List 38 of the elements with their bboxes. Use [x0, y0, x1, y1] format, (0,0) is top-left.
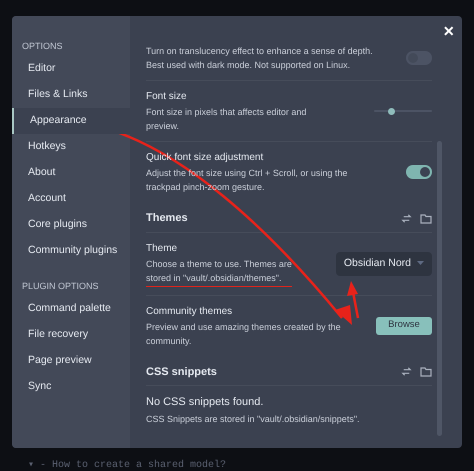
sidebar-item[interactable]: Appearance [12, 108, 130, 134]
sidebar-heading: OPTIONS [21, 40, 64, 54]
setting-description: Font size in pixels that affects editor and preview. [146, 106, 306, 133]
setting-description: Choose a theme to use. Themes are stored in "vault/.obsidian/themes". [146, 256, 292, 286]
sidebar-item[interactable]: Hotkeys [12, 134, 130, 160]
reload-icon[interactable] [401, 366, 412, 378]
section-heading: CSS snippets [146, 364, 217, 380]
folder-icon[interactable] [420, 212, 432, 224]
sidebar-item[interactable]: Editor [12, 56, 130, 82]
sidebar-item[interactable]: Sync [12, 374, 130, 400]
close-button[interactable]: × [443, 22, 454, 40]
sidebar-item[interactable]: Command palette [12, 296, 130, 322]
caret-icon [417, 261, 424, 266]
setting-title: Theme [146, 242, 178, 256]
sidebar-item[interactable]: Community plugins [12, 238, 130, 264]
sidebar-item[interactable]: Core plugins [12, 212, 130, 238]
setting-title: No CSS snippets found. [146, 395, 264, 410]
sidebar-item[interactable]: Page preview [12, 348, 130, 374]
section-heading: Themes [146, 211, 188, 226]
theme-dropdown[interactable]: Obsidian Nord [336, 252, 432, 276]
slider-thumb[interactable] [388, 108, 396, 114]
font-size-slider[interactable] [374, 107, 432, 115]
setting-description: Preview and use amazing themes created by the community. [146, 320, 341, 348]
folder-icon[interactable] [420, 366, 432, 378]
setting-description: Turn on translucency effect to enhance a sense of depth. Best used with dark mode. Not supported on Linux. [146, 45, 373, 72]
setting-description: CSS Snippets are stored in "vault/.obsidian/snippets". [146, 412, 360, 426]
sidebar-item[interactable]: About [12, 160, 130, 186]
setting-title: Font size [146, 90, 188, 104]
editor-line: - How to create a shared model? [40, 458, 226, 471]
straight-arrow [346, 280, 362, 320]
toggle-switch[interactable] [406, 165, 432, 179]
reload-icon[interactable] [401, 212, 412, 224]
sidebar-item[interactable]: Files & Links [12, 82, 130, 108]
sidebar-heading: PLUGIN OPTIONS [21, 280, 100, 294]
sidebar-item[interactable]: File recovery [12, 322, 130, 348]
setting-title: Community themes [146, 304, 234, 318]
browse-button[interactable]: Browse [376, 316, 432, 334]
sidebar-item[interactable]: Account [12, 186, 130, 212]
